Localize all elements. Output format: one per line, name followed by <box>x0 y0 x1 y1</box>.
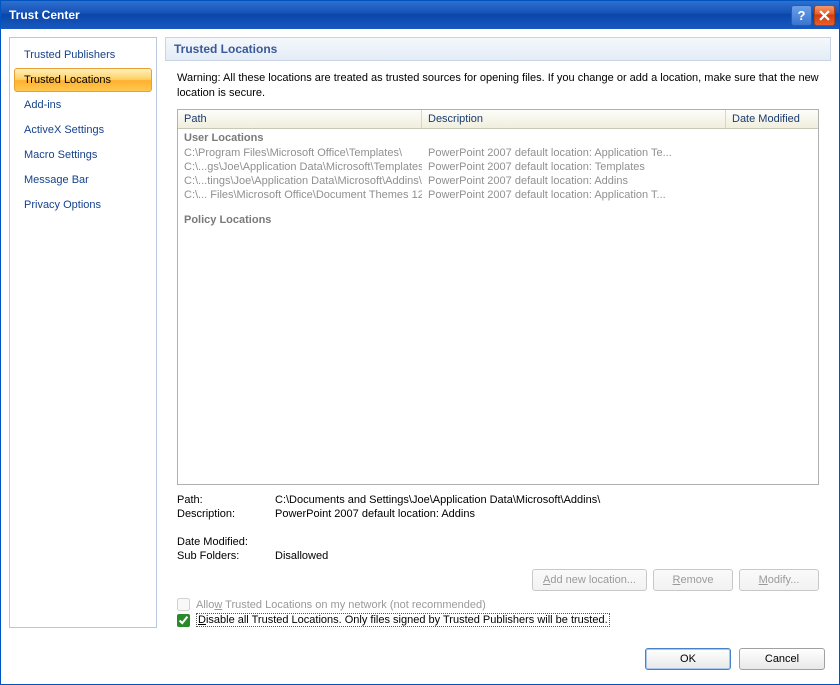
sidebar-item-trusted-locations[interactable]: Trusted Locations <box>14 68 152 92</box>
details-pane: Path: C:\Documents and Settings\Joe\Appl… <box>165 485 831 565</box>
group-policy-locations: Policy Locations <box>178 212 818 228</box>
cell-path: C:\... Files\Microsoft Office\Document T… <box>178 189 422 201</box>
section-heading: Trusted Locations <box>165 37 831 61</box>
detail-label-description: Description: <box>177 508 275 520</box>
column-header-description[interactable]: Description <box>422 110 726 128</box>
disable-all-locations-row: Disable all Trusted Locations. Only file… <box>165 612 831 628</box>
disable-all-locations-label[interactable]: Disable all Trusted Locations. Only file… <box>196 613 610 627</box>
cancel-button[interactable]: Cancel <box>739 648 825 670</box>
cell-path: C:\Program Files\Microsoft Office\Templa… <box>178 147 422 159</box>
table-row[interactable]: C:\... Files\Microsoft Office\Document T… <box>178 188 818 202</box>
window-title: Trust Center <box>9 8 791 22</box>
detail-value-sub-folders: Disallowed <box>275 550 819 562</box>
table-body[interactable]: User Locations C:\Program Files\Microsof… <box>178 129 818 484</box>
cell-desc: PowerPoint 2007 default location: Applic… <box>422 189 726 201</box>
add-new-location-button[interactable]: Add new location... <box>532 569 647 591</box>
sidebar: Trusted Publishers Trusted Locations Add… <box>9 37 157 628</box>
remove-button[interactable]: Remove <box>653 569 733 591</box>
allow-network-locations-row: Allow Trusted Locations on my network (n… <box>165 597 831 612</box>
detail-value-description: PowerPoint 2007 default location: Addins <box>275 508 819 520</box>
column-header-date-modified[interactable]: Date Modified <box>726 110 818 128</box>
detail-label-sub-folders: Sub Folders: <box>177 550 275 562</box>
sidebar-item-activex-settings[interactable]: ActiveX Settings <box>14 118 152 142</box>
help-icon[interactable]: ? <box>791 5 812 26</box>
cell-path: C:\...tings\Joe\Application Data\Microso… <box>178 175 422 187</box>
table-row[interactable]: C:\...tings\Joe\Application Data\Microso… <box>178 174 818 188</box>
ok-button[interactable]: OK <box>645 648 731 670</box>
dialog-footer: OK Cancel <box>1 636 839 684</box>
sidebar-item-add-ins[interactable]: Add-ins <box>14 93 152 117</box>
disable-all-locations-checkbox[interactable] <box>177 614 190 627</box>
action-buttons-row: Add new location... Remove Modify... <box>165 565 831 597</box>
column-header-path[interactable]: Path <box>178 110 422 128</box>
detail-label-path: Path: <box>177 494 275 506</box>
cell-date <box>726 147 818 159</box>
trust-center-window: Trust Center ? Trusted Publishers Truste… <box>0 0 840 685</box>
detail-value-path: C:\Documents and Settings\Joe\Applicatio… <box>275 494 819 506</box>
cell-date <box>726 175 818 187</box>
modify-button[interactable]: Modify... <box>739 569 819 591</box>
allow-network-locations-checkbox <box>177 598 190 611</box>
cell-path: C:\...gs\Joe\Application Data\Microsoft\… <box>178 161 422 173</box>
cell-desc: PowerPoint 2007 default location: Templa… <box>422 161 726 173</box>
cell-date <box>726 161 818 173</box>
titlebar: Trust Center ? <box>1 1 839 29</box>
locations-table: Path Description Date Modified User Loca… <box>177 109 819 485</box>
allow-network-locations-label: Allow Trusted Locations on my network (n… <box>196 599 486 611</box>
cell-desc: PowerPoint 2007 default location: Addins <box>422 175 726 187</box>
close-icon[interactable] <box>814 5 835 26</box>
cell-date <box>726 189 818 201</box>
sidebar-item-macro-settings[interactable]: Macro Settings <box>14 143 152 167</box>
warning-text: Warning: All these locations are treated… <box>165 71 831 109</box>
sidebar-item-message-bar[interactable]: Message Bar <box>14 168 152 192</box>
detail-label-date-modified: Date Modified: <box>177 536 275 548</box>
group-user-locations: User Locations <box>178 130 818 146</box>
sidebar-item-trusted-publishers[interactable]: Trusted Publishers <box>14 43 152 67</box>
main-panel: Trusted Locations Warning: All these loc… <box>165 37 831 628</box>
cell-desc: PowerPoint 2007 default location: Applic… <box>422 147 726 159</box>
table-row[interactable]: C:\Program Files\Microsoft Office\Templa… <box>178 146 818 160</box>
table-row[interactable]: C:\...gs\Joe\Application Data\Microsoft\… <box>178 160 818 174</box>
detail-value-date-modified <box>275 536 819 548</box>
sidebar-item-privacy-options[interactable]: Privacy Options <box>14 193 152 217</box>
table-header-row: Path Description Date Modified <box>178 110 818 129</box>
